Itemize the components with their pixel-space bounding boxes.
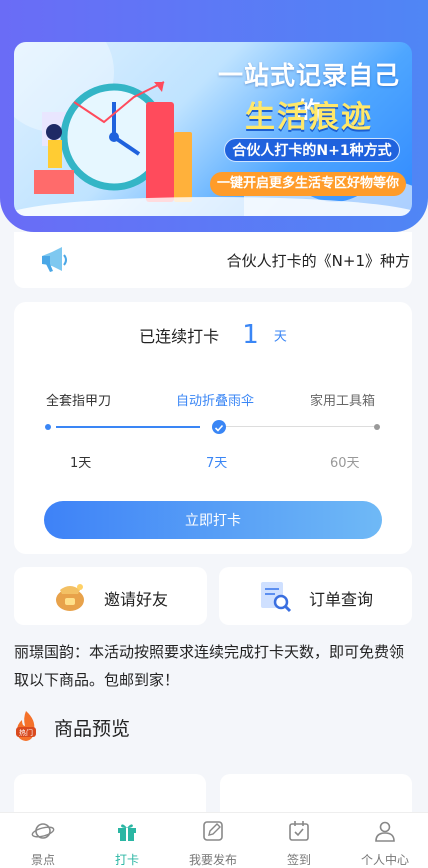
tab-label: 打卡 [114,853,139,867]
milestone-dot [374,424,380,430]
day-label: 1天 [70,456,92,471]
milestone-check-icon [212,420,226,434]
progress-track [44,420,382,434]
checkin-button[interactable]: 立即打卡 [44,501,382,539]
invite-friends-label: 邀请好友 [104,590,169,609]
megaphone-icon [42,247,67,272]
hot-badge-text: 热门 [19,728,33,737]
banner-pill-method: 合伙人打卡的N+1种方式 [224,138,400,162]
tab-checkin[interactable]: 打卡 [84,813,170,868]
promo-banner[interactable]: 一站式记录自己的 生活痕迹 合伙人打卡的N+1种方式 一键开启更多生活专区好物等… [14,42,412,216]
user-icon [375,821,395,842]
tab-signin[interactable]: 签到 [256,813,342,868]
gift-icon [118,824,136,841]
tab-label: 景点 [30,853,55,867]
invite-friends-button[interactable]: 邀请好友 [14,567,207,625]
order-query-label: 订单查询 [309,590,374,609]
banner-title-line2: 生活痕迹 [245,100,373,135]
edit-icon [203,821,223,841]
reward-label-active: 自动折叠雨伞 [176,394,255,409]
tab-label: 签到 [286,853,311,867]
tab-label: 个人中心 [360,853,409,867]
day-label-active: 7天 [206,456,228,471]
planet-icon [31,823,55,839]
milestone-dot [45,424,51,430]
calendar-check-icon [289,821,309,841]
day-labels: 1天 7天 60天 [14,452,412,472]
tab-scenic[interactable]: 景点 [0,813,86,868]
reward-label: 家用工具箱 [310,394,376,409]
order-query-button[interactable]: 订单查询 [219,567,412,625]
tab-profile[interactable]: 个人中心 [342,813,428,868]
day-label: 60天 [330,456,360,471]
tab-label: 我要发布 [188,853,237,867]
reward-labels: 全套指甲刀 自动折叠雨伞 家用工具箱 [14,390,412,410]
checkin-card: 已连续打卡 1 天 全套指甲刀 自动折叠雨伞 家用工具箱 1天 7天 60天 立… [14,302,412,554]
tab-publish[interactable]: 我要发布 [170,813,256,868]
bottom-tab-bar: 景点 打卡 我要发布 签到 个人中心 [0,812,428,868]
progress-line-completed [56,426,200,428]
streak-unit: 天 [273,329,287,345]
order-search-icon [261,582,292,613]
gift-bag-icon [56,584,84,611]
notice-bar[interactable]: 合伙人打卡的《N+1》种方 [14,232,412,288]
streak-count: 1 [242,320,259,350]
streak-label: 已连续打卡 [139,327,220,346]
activity-description: 丽璟国韵：本活动按照要求连续完成打卡天数，即可免费领取以下商品。包邮到家！ [14,643,405,689]
progress-line-remaining [220,426,374,427]
reward-label: 全套指甲刀 [46,394,112,409]
banner-pill-cta: 一键开启更多生活专区好物等你 [210,172,406,196]
streak-summary: 已连续打卡 1 天 [14,320,412,350]
hot-fire-icon: 热门 [16,711,36,741]
section-title: 商品预览 [54,718,131,740]
notice-text: 合伙人打卡的《N+1》种方 [226,252,410,270]
